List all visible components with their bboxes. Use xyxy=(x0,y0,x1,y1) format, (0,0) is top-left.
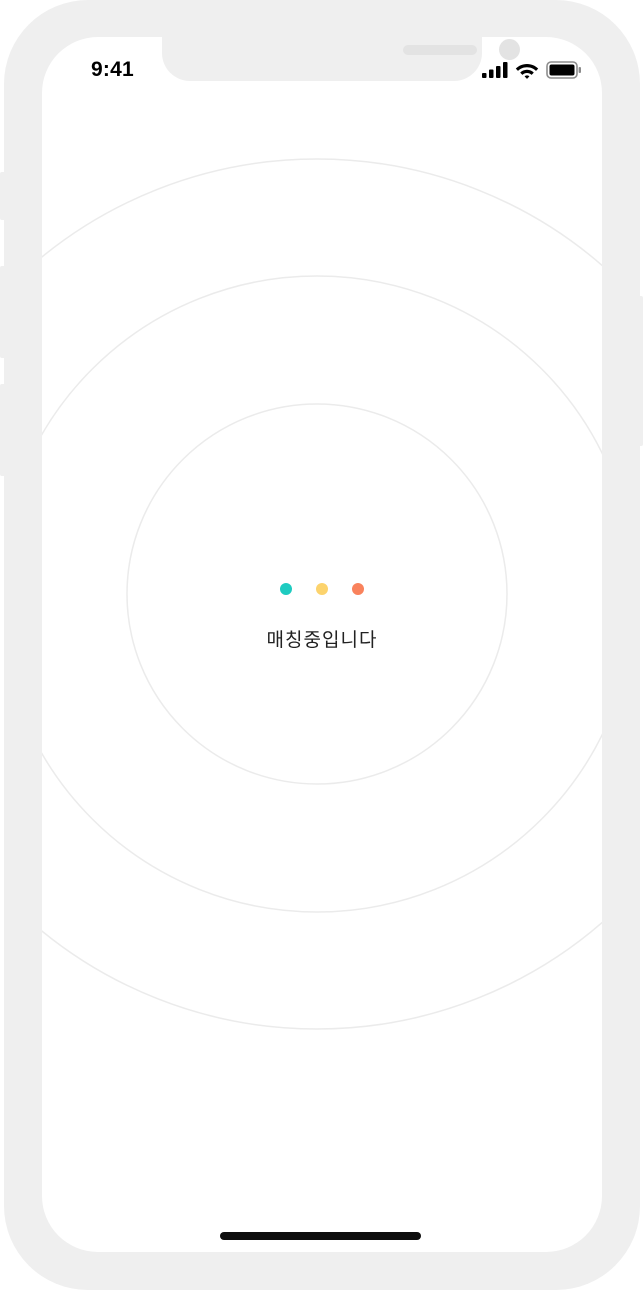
status-icons xyxy=(482,61,582,79)
notch xyxy=(162,37,520,81)
battery-icon xyxy=(546,61,581,79)
earpiece-speaker xyxy=(403,45,477,55)
home-indicator[interactable] xyxy=(220,1232,421,1240)
cellular-signal-icon xyxy=(482,62,508,78)
front-camera xyxy=(499,39,520,60)
loading-dot xyxy=(352,583,364,595)
wifi-icon xyxy=(515,64,539,79)
loading-dot xyxy=(280,583,292,595)
power-button xyxy=(637,296,643,446)
phone-screen: 9:41 매칭중입니다 xyxy=(42,37,602,1252)
mute-switch xyxy=(0,172,6,220)
loading-dot xyxy=(316,583,328,595)
volume-up-button xyxy=(0,266,6,358)
matching-status-text: 매칭중입니다 xyxy=(266,629,378,651)
status-time: 9:41 xyxy=(91,58,134,81)
loading-dots xyxy=(280,583,366,595)
volume-down-button xyxy=(0,384,6,476)
